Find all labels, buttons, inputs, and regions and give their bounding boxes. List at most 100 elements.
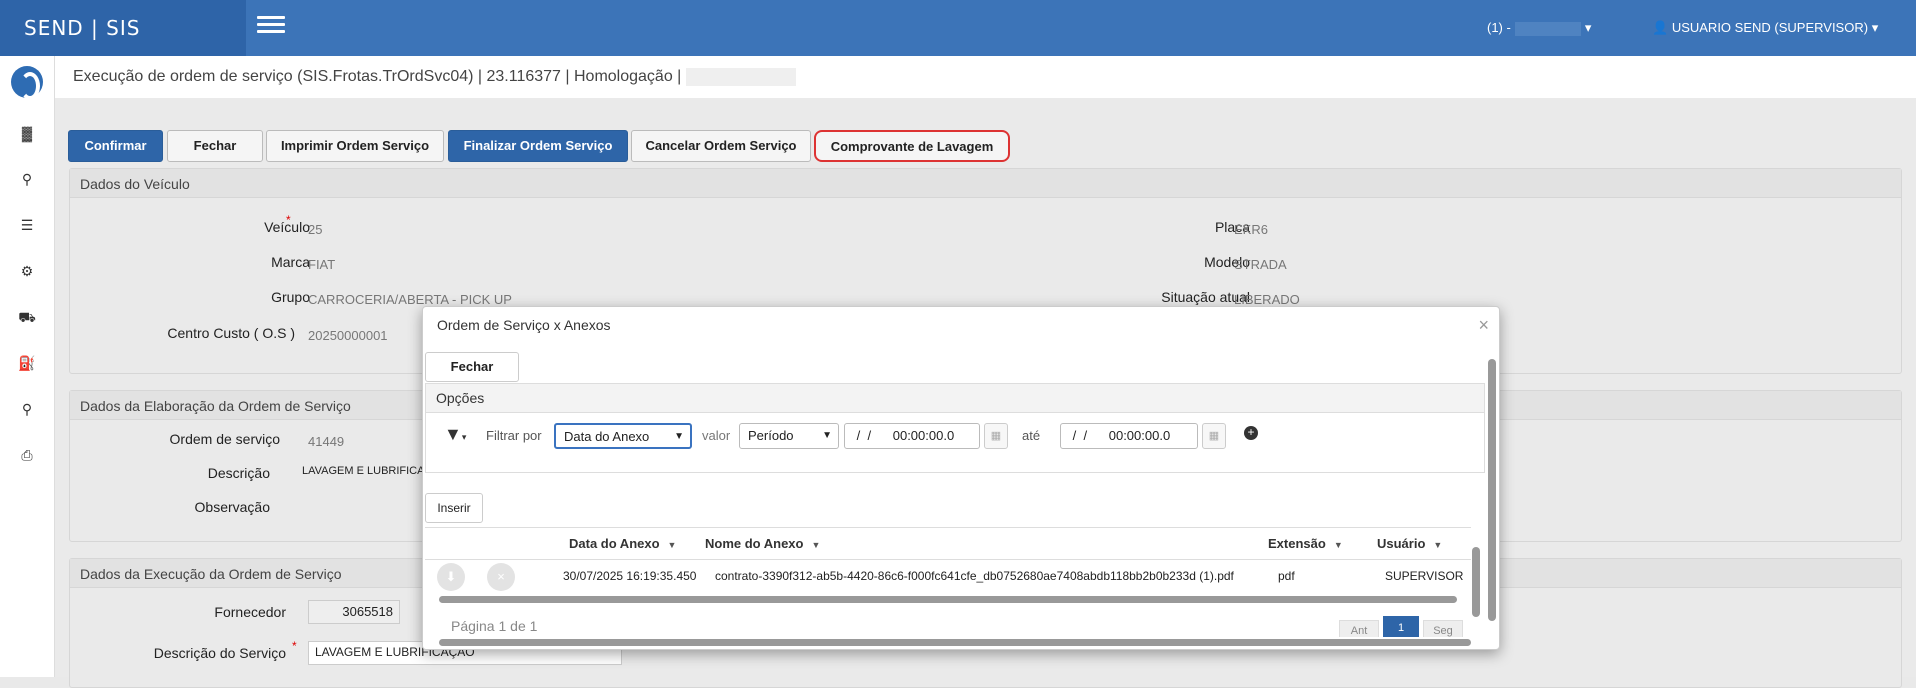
centro-custo-value[interactable]: 20250000001 bbox=[308, 328, 388, 343]
valor-label: valor bbox=[702, 428, 731, 443]
print-icon[interactable]: ⎙ bbox=[16, 444, 38, 466]
modal-horizontal-scrollbar[interactable] bbox=[425, 637, 1485, 647]
col-extensao[interactable]: Extensão ▼ bbox=[1268, 536, 1343, 551]
calendar-icon[interactable]: ▦ bbox=[1202, 423, 1226, 449]
marca-value: FIAT bbox=[308, 257, 336, 272]
sidebar: ▓ ⚲ ☰ ⚙ ⛟ ⛽ ⚲ ⎙ bbox=[0, 56, 55, 677]
situacao-value: LIBERADO bbox=[1234, 292, 1300, 307]
scrollbar-thumb[interactable] bbox=[1488, 359, 1496, 621]
required-marker: * bbox=[292, 639, 297, 653]
scrollbar-thumb[interactable] bbox=[439, 596, 1457, 603]
truck-icon[interactable]: ⛟ bbox=[16, 306, 38, 328]
modelo-label: Modelo bbox=[1204, 254, 1250, 270]
sort-icon: ▼ bbox=[811, 540, 821, 550]
cell-ext: pdf bbox=[1278, 569, 1295, 583]
brand-logo[interactable]: SEND | SIS bbox=[0, 0, 246, 56]
download-icon[interactable]: ⬇ bbox=[437, 563, 465, 591]
cancel-order-button[interactable]: Cancelar Ordem Serviço bbox=[631, 130, 811, 162]
grid-vertical-scrollbar[interactable] bbox=[1471, 533, 1481, 629]
col-data-anexo-label: Data do Anexo bbox=[569, 536, 660, 551]
filter-select-value: Data do Anexo bbox=[564, 429, 650, 444]
grid-header: Data do Anexo ▼ Nome do Anexo ▼ Extensão ▼ … bbox=[425, 528, 1471, 560]
attachments-modal: Ordem de Serviço x Anexos × Fechar Opçõe… bbox=[422, 306, 1500, 650]
modal-close-button[interactable]: Fechar bbox=[425, 352, 519, 382]
caret-down-icon: ▾ bbox=[1584, 20, 1592, 35]
page-title: Execução de ordem de serviço (SIS.Frotas… bbox=[73, 68, 796, 86]
table-row[interactable]: ⬇ × 30/07/2025 16:19:35.450 contrato-339… bbox=[425, 560, 1471, 592]
scrollbar-thumb[interactable] bbox=[1472, 547, 1480, 617]
page-title-text: Execução de ordem de serviço (SIS.Frotas… bbox=[73, 68, 682, 86]
options-section: Opções ▼▾ Filtrar por Data do Anexo ▼ val… bbox=[425, 383, 1485, 473]
redacted-area bbox=[1514, 21, 1581, 36]
environment-selector-label: (1) - bbox=[1487, 20, 1511, 35]
modal-vertical-scrollbar[interactable] bbox=[1487, 347, 1497, 637]
date-to-input[interactable]: / / 00:00:00.0 bbox=[1060, 423, 1198, 449]
key-icon[interactable]: ⚲ bbox=[16, 168, 38, 190]
centro-custo-label: Centro Custo ( O.S ) bbox=[167, 325, 295, 341]
cell-usuario: SUPERVISOR bbox=[1385, 569, 1464, 583]
search-icon[interactable]: ⚲ bbox=[16, 398, 38, 420]
chevron-down-icon: ▼ bbox=[674, 431, 684, 442]
sort-icon: ▼ bbox=[1333, 540, 1343, 550]
col-data-anexo[interactable]: Data do Anexo ▼ bbox=[569, 536, 676, 551]
chevron-down-icon: ▼ bbox=[822, 430, 832, 441]
close-icon[interactable]: × bbox=[1478, 315, 1489, 336]
finish-order-button[interactable]: Finalizar Ordem Serviço bbox=[448, 130, 628, 162]
descricao-label: Descrição bbox=[207, 465, 270, 481]
cell-data: 30/07/2025 16:19:35.450 bbox=[563, 569, 697, 583]
marca-label: Marca bbox=[271, 254, 310, 270]
list-icon[interactable]: ☰ bbox=[16, 214, 38, 236]
pager-text: Página 1 de 1 bbox=[451, 618, 538, 634]
caret-down-icon: ▾ bbox=[1871, 20, 1879, 35]
wash-receipt-button[interactable]: Comprovante de Lavagem bbox=[814, 130, 1010, 162]
descricao-value[interactable]: LAVAGEM E LUBRIFICAÇ bbox=[302, 465, 432, 477]
redacted-area bbox=[685, 68, 796, 86]
calendar-icon[interactable]: ▦ bbox=[984, 423, 1008, 449]
title-bar: Execução de ordem de serviço (SIS.Frotas… bbox=[55, 56, 1916, 98]
attachments-grid: Data do Anexo ▼ Nome do Anexo ▼ Extensão ▼ … bbox=[425, 527, 1471, 640]
fornecedor-input[interactable]: 3065518 bbox=[308, 600, 400, 624]
observacao-label: Observação bbox=[194, 499, 270, 515]
veiculo-value[interactable]: 25 bbox=[308, 222, 322, 237]
close-button[interactable]: Fechar bbox=[167, 130, 263, 162]
col-nome-anexo[interactable]: Nome do Anexo ▼ bbox=[705, 536, 820, 551]
delete-icon[interactable]: × bbox=[487, 563, 515, 591]
vehicle-panel-header: Dados do Veículo bbox=[70, 169, 1901, 198]
periodo-select[interactable]: Período ▼ bbox=[739, 423, 839, 449]
insert-button[interactable]: Inserir bbox=[425, 493, 483, 523]
placa-value: EKR6 bbox=[1234, 222, 1268, 237]
user-icon: 👤 bbox=[1652, 20, 1669, 35]
grid-horizontal-scrollbar[interactable] bbox=[425, 594, 1471, 604]
situacao-label: Situação atual bbox=[1161, 289, 1250, 305]
col-extensao-label: Extensão bbox=[1268, 536, 1326, 551]
chart-icon[interactable]: ▓ bbox=[16, 122, 38, 144]
menu-toggle-icon[interactable] bbox=[257, 16, 285, 38]
confirm-button[interactable]: Confirmar bbox=[68, 130, 163, 162]
grupo-label: Grupo bbox=[271, 289, 310, 305]
fornecedor-label: Fornecedor bbox=[214, 604, 286, 620]
environment-selector[interactable]: (1) - ▾ bbox=[1487, 20, 1591, 36]
modelo-value: STRADA bbox=[1234, 257, 1287, 272]
filter-label: Filtrar por bbox=[486, 428, 542, 443]
cell-nome[interactable]: contrato-3390f312-ab5b-4420-86c6-f000fc6… bbox=[715, 569, 1234, 583]
sort-icon: ▼ bbox=[1433, 540, 1443, 550]
options-header: Opções bbox=[426, 384, 1484, 413]
col-usuario[interactable]: Usuário ▼ bbox=[1377, 536, 1442, 551]
user-menu-label: USUARIO SEND (SUPERVISOR) bbox=[1671, 20, 1869, 35]
add-filter-icon[interactable]: + bbox=[1244, 426, 1258, 440]
required-marker: * bbox=[286, 213, 291, 227]
print-order-button[interactable]: Imprimir Ordem Serviço bbox=[266, 130, 444, 162]
filter-select[interactable]: Data do Anexo ▼ bbox=[554, 423, 692, 449]
date-from-input[interactable]: / / 00:00:00.0 bbox=[844, 423, 980, 449]
col-usuario-label: Usuário bbox=[1377, 536, 1426, 551]
modal-title: Ordem de Serviço x Anexos bbox=[437, 317, 611, 333]
user-menu[interactable]: 👤 USUARIO SEND (SUPERVISOR) ▾ bbox=[1652, 20, 1878, 36]
os-label: Ordem de serviço bbox=[169, 431, 280, 447]
app-logo[interactable] bbox=[11, 66, 43, 100]
filter-icon[interactable]: ▼▾ bbox=[444, 424, 466, 445]
scrollbar-thumb[interactable] bbox=[439, 639, 1471, 646]
gas-pump-icon[interactable]: ⛽ bbox=[16, 352, 38, 374]
ate-label: até bbox=[1022, 428, 1041, 443]
cogs-icon[interactable]: ⚙ bbox=[16, 260, 38, 282]
placa-label: Placa bbox=[1214, 219, 1250, 235]
